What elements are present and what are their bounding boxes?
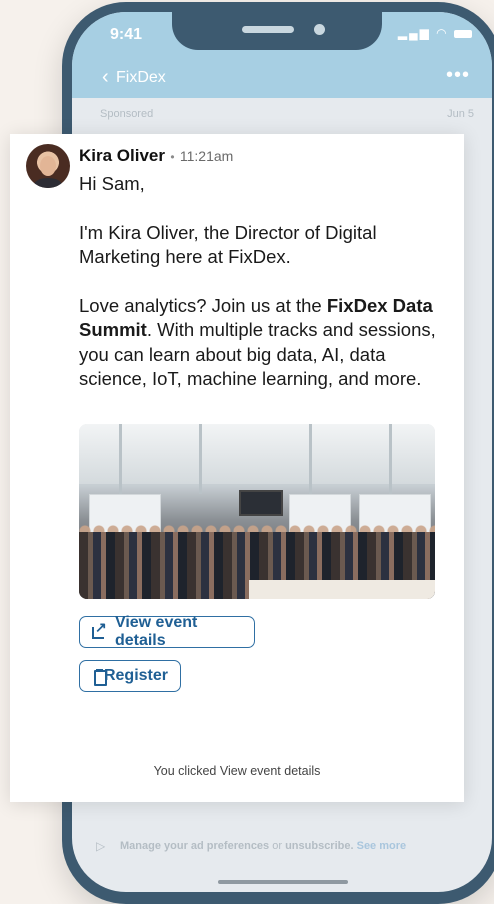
external-link-icon (92, 619, 107, 639)
home-indicator (218, 880, 348, 884)
photo-tv (239, 490, 283, 516)
avatar-shirt (34, 178, 62, 188)
photo-beam (389, 424, 392, 494)
footer-or: or (269, 840, 286, 852)
register-label: Register (103, 667, 168, 684)
separator-dot: • (167, 150, 178, 164)
photo-ceiling (79, 424, 435, 484)
status-time: 9:41 (110, 26, 143, 43)
back-chevron-icon[interactable]: ‹ (102, 66, 109, 89)
event-photo (79, 424, 435, 599)
view-event-details-label: View event details (114, 614, 198, 649)
sender-name: Kira Oliver (79, 146, 165, 165)
photo-beam (119, 424, 122, 494)
photo-beam (309, 424, 312, 494)
phone-notch (172, 12, 382, 50)
ad-footer: ▷ Manage your ad preferences or unsubscr… (72, 828, 492, 868)
avatar-face (40, 156, 56, 176)
view-event-details-button[interactable]: View event details (79, 614, 255, 649)
signal-icon: ▂▄▆ (397, 26, 431, 40)
status-bar: 9:41 ▂▄▆ ◠ (72, 12, 492, 62)
message-date: Jun 5 (447, 108, 474, 120)
paragraph-invite: Love analytics? Join us at the FixDex Da… (79, 294, 449, 392)
wifi-icon: ◠ (436, 26, 449, 40)
more-options-icon[interactable]: ••• (446, 64, 470, 87)
battery-icon (454, 29, 472, 38)
camera (314, 24, 325, 35)
see-more-link[interactable]: See more (354, 840, 407, 852)
avatar (26, 144, 70, 188)
message-time: 11:21am (179, 148, 234, 164)
invite-prefix: Love analytics? Join us at the (79, 294, 327, 316)
clipboard-icon (92, 669, 107, 686)
sender-line: Kira Oliver • 11:21am (79, 146, 233, 166)
speaker (242, 26, 294, 33)
play-icon: ▷ (96, 839, 106, 853)
nav-title: FixDex (116, 69, 166, 86)
greeting: Hi Sam, (79, 173, 145, 194)
message-body: Hi Sam, I'm Kira Oliver, the Director of… (79, 172, 449, 416)
click-status-note: You clicked View event details (153, 764, 321, 778)
register-button[interactable]: Register (79, 660, 181, 692)
footer-text: Manage your ad preferences or unsubscrib… (120, 840, 406, 852)
sponsored-label: Sponsored (100, 108, 154, 120)
unsubscribe-link[interactable]: unsubscribe. (285, 840, 353, 852)
status-icons: ▂▄▆ ◠ (398, 26, 472, 40)
photo-beam (199, 424, 202, 494)
photo-table (249, 580, 435, 599)
paragraph-intro: I'm Kira Oliver, the Director of Digital… (79, 221, 377, 268)
message-card: Kira Oliver • 11:21am Hi Sam, I'm Kira O… (10, 134, 464, 802)
nav-bar: ‹ FixDex ••• (72, 62, 492, 98)
manage-ad-preferences-link[interactable]: Manage your ad preferences (120, 840, 269, 852)
